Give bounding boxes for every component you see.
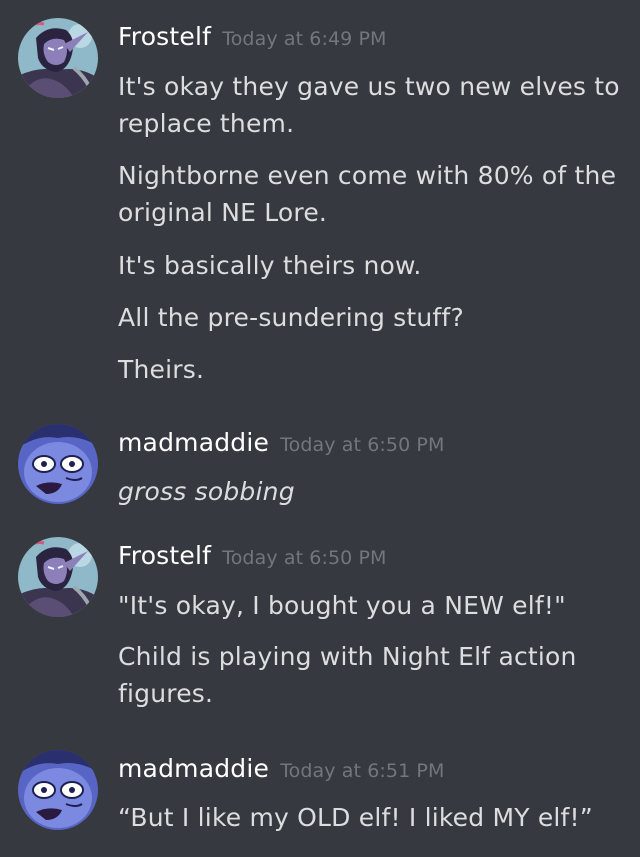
chat-messages: Frostelf Today at 6:49 PM It's okay they… — [0, 0, 640, 857]
message-text: “But I like my OLD elf! I liked MY elf!” — [118, 803, 593, 832]
message-header: Frostelf Today at 6:49 PM — [118, 22, 387, 51]
message-text: It's basically theirs now. — [118, 251, 422, 280]
night-elf-avatar[interactable] — [18, 537, 98, 617]
timestamp[interactable]: Today at 6:50 PM — [222, 547, 386, 569]
message-text: "It's okay, I bought you a NEW elf!" — [118, 591, 566, 620]
message-text: It's okay they gave us two new elves to … — [118, 72, 620, 138]
username[interactable]: Frostelf — [118, 541, 211, 570]
message-header: madmaddie Today at 6:50 PM — [118, 428, 444, 457]
message-text: Theirs. — [118, 355, 205, 384]
username[interactable]: Frostelf — [118, 22, 211, 51]
timestamp[interactable]: Today at 6:51 PM — [280, 760, 444, 782]
timestamp[interactable]: Today at 6:50 PM — [280, 434, 444, 456]
message-text: gross sobbing — [118, 477, 295, 506]
blue-cartoon-face-avatar[interactable] — [18, 424, 98, 504]
username[interactable]: madmaddie — [118, 428, 269, 457]
blue-cartoon-face-avatar[interactable] — [18, 750, 98, 830]
username[interactable]: madmaddie — [118, 754, 269, 783]
message-header: madmaddie Today at 6:51 PM — [118, 754, 444, 783]
message-text: All the pre-sundering stuff? — [118, 303, 464, 332]
message-header: Frostelf Today at 6:50 PM — [118, 541, 387, 570]
timestamp[interactable]: Today at 6:49 PM — [222, 28, 386, 50]
message-text: Nightborne even come with 80% of the ori… — [118, 161, 617, 227]
message-text: Child is playing with Night Elf action f… — [118, 642, 577, 708]
night-elf-avatar[interactable] — [18, 18, 98, 98]
